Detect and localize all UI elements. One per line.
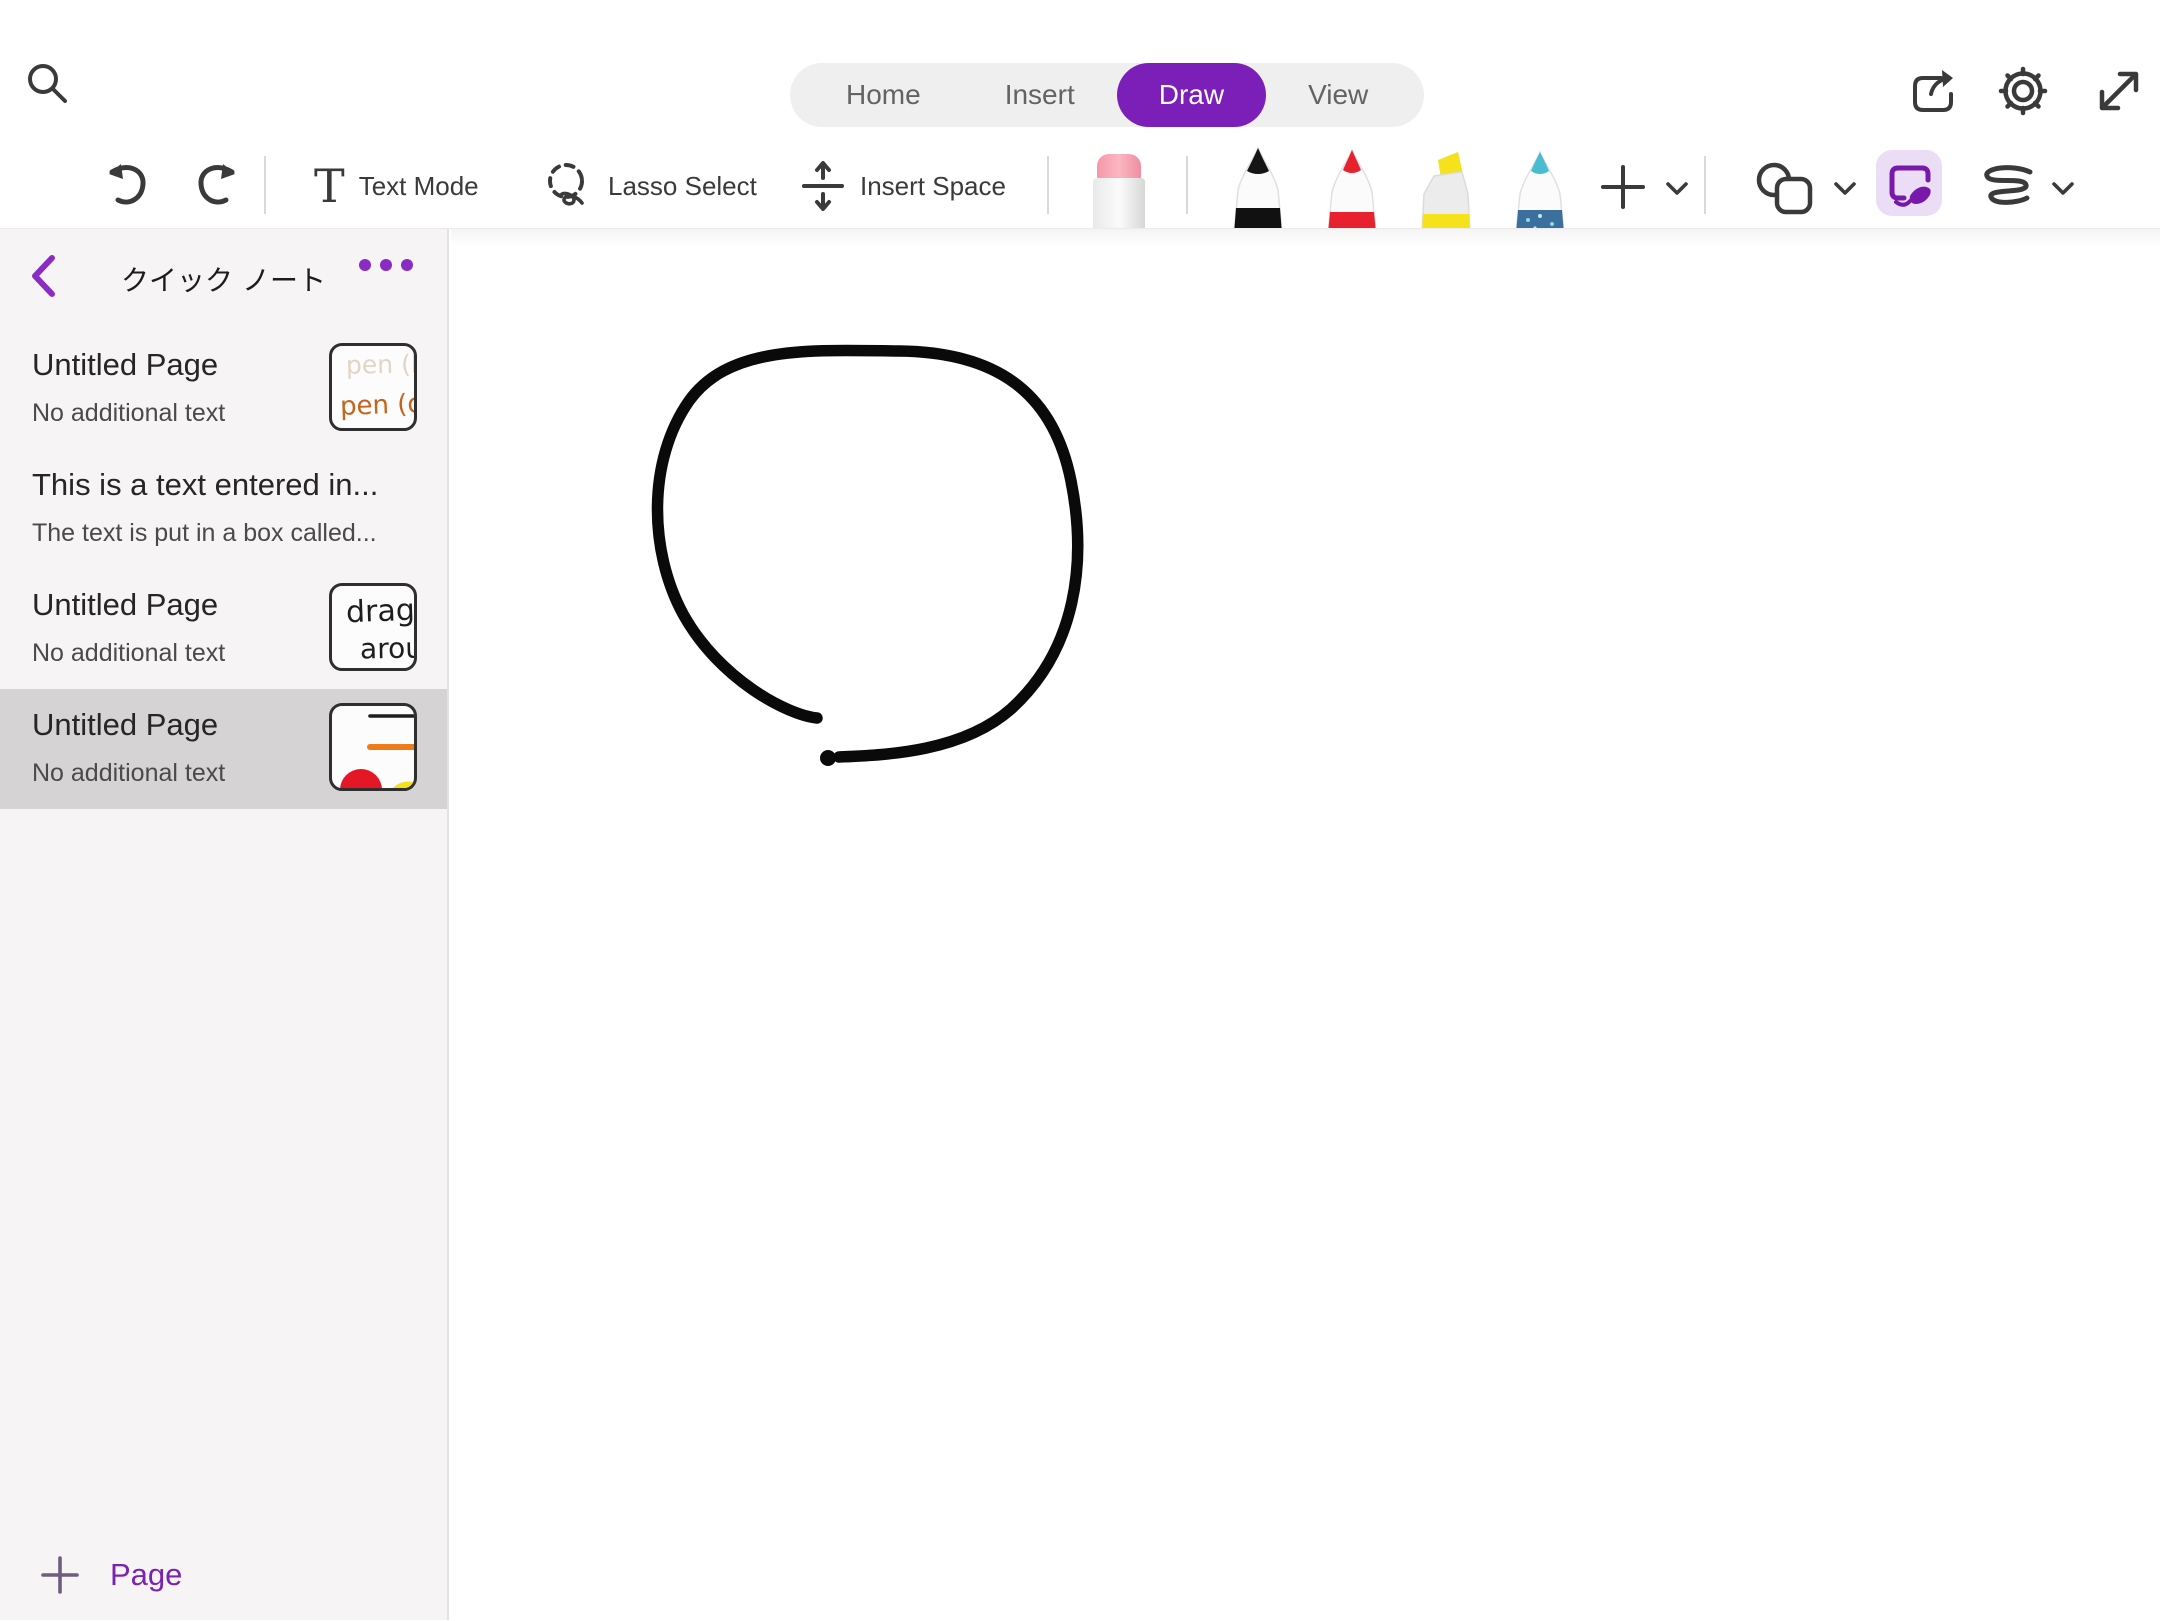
chevron-down-icon [1830,178,1860,198]
page-title: This is a text entered in... [32,467,379,502]
ink-stroke-circle [651,344,1084,766]
ink-annotate-icon [1882,156,1936,210]
teal-pen-icon [1508,146,1572,228]
page-title: Untitled Page [32,587,219,622]
insert-space-icon [800,158,846,214]
search-icon [22,58,74,110]
toolbar-divider [1186,156,1188,214]
insert-space-label: Insert Space [860,170,1006,201]
page-subtitle: No additional text [32,639,226,667]
plus-icon [1598,162,1648,212]
page-list-item[interactable]: Untitled Page No additional text drag ar… [0,569,447,689]
undo-icon [100,158,152,214]
insert-space-button[interactable]: Insert Space [800,150,1006,222]
text-mode-button[interactable]: T Text Mode [314,150,479,222]
yellow-highlighter-icon [1414,146,1478,228]
black-pen-icon [1226,146,1290,228]
page-list-item-selected[interactable]: Untitled Page No additional text [0,689,447,809]
search-button[interactable] [22,58,74,110]
lasso-select-label: Lasso Select [608,170,757,201]
shapes-button[interactable] [1752,158,1818,216]
redo-button[interactable] [192,158,244,214]
undo-button[interactable] [100,158,152,214]
page-subtitle: No additional text [32,399,226,427]
ellipsis-icon [359,259,371,271]
eraser-tool[interactable] [1090,152,1148,228]
ink-effects-button[interactable] [1972,164,2038,212]
text-mode-icon: T [314,159,345,213]
shapes-dropdown[interactable] [1830,178,1860,198]
page-thumbnail [329,703,417,791]
red-pen-icon [1320,146,1384,228]
lasso-select-icon [540,158,594,214]
add-page-label: Page [110,1557,183,1592]
toolbar-divider [1047,156,1049,214]
tab-home[interactable]: Home [804,63,963,127]
add-page-button[interactable]: Page [0,1530,449,1620]
sidebar-header: クイック ノート [0,229,447,329]
page-subtitle: No additional text [32,759,226,787]
page-list-item[interactable]: This is a text entered in... The text is… [0,449,447,569]
page-list-sidebar: クイック ノート Untitled Page No additional tex… [0,229,449,1620]
text-mode-label: Text Mode [358,170,479,201]
redo-icon [192,158,244,214]
section-more-button[interactable] [359,259,413,271]
toolbar-shadow [451,229,2160,247]
tab-view[interactable]: View [1266,63,1410,127]
squiggle-icon [1972,164,2038,212]
top-toolbar: Home Insert Draw View T Text Mode Lasso … [0,0,2160,229]
ink-effects-dropdown[interactable] [2048,178,2078,198]
page-title: Untitled Page [32,347,219,382]
toolbar-divider [1704,156,1706,214]
chevron-down-icon [1662,178,1692,198]
yellow-highlighter-tool[interactable] [1414,146,1478,228]
black-pen-tool[interactable] [1226,146,1290,228]
teal-pen-tool[interactable] [1508,146,1572,228]
share-icon [1905,64,1961,120]
note-canvas[interactable] [451,229,2160,1620]
tab-draw[interactable]: Draw [1116,63,1267,127]
shapes-icon [1752,158,1818,216]
tab-insert[interactable]: Insert [963,63,1117,127]
chevron-down-icon [2048,178,2078,198]
toolbar-divider [264,156,266,214]
add-pen-button[interactable] [1598,162,1648,212]
page-subtitle: The text is put in a box called... [32,519,377,547]
page-list: Untitled Page No additional text pen (b … [0,329,447,809]
red-pen-tool[interactable] [1320,146,1384,228]
eraser-icon [1090,152,1148,228]
ink-annotate-button[interactable] [1876,150,1942,216]
page-title: Untitled Page [32,707,219,742]
add-pen-dropdown[interactable] [1662,178,1692,198]
page-list-item[interactable]: Untitled Page No additional text pen (b … [0,329,447,449]
fullscreen-button[interactable] [2092,64,2146,118]
expand-icon [2092,64,2146,118]
ribbon-tabs: Home Insert Draw View [790,63,1425,127]
page-thumbnail: pen (b pen (ora [329,343,417,431]
settings-button[interactable] [1994,62,2052,120]
page-thumbnail: drag arou [329,583,417,671]
share-button[interactable] [1905,64,1961,120]
lasso-select-button[interactable]: Lasso Select [540,150,757,222]
plus-icon [40,1555,80,1595]
gear-icon [1994,62,2052,120]
